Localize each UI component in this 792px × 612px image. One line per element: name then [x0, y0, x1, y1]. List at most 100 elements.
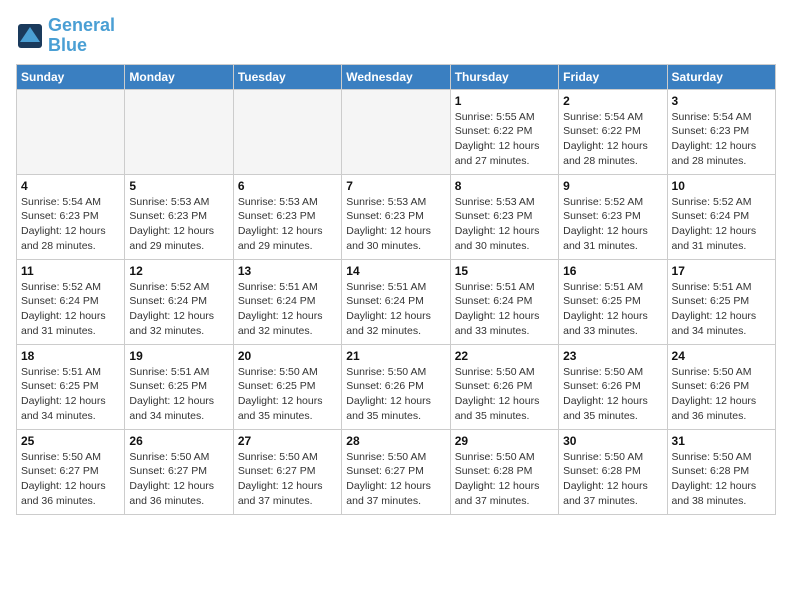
cell-info: Sunrise: 5:53 AM Sunset: 6:23 PM Dayligh… — [238, 195, 337, 254]
calendar-cell: 26Sunrise: 5:50 AM Sunset: 6:27 PM Dayli… — [125, 429, 233, 514]
day-number: 22 — [455, 349, 554, 363]
calendar-cell: 12Sunrise: 5:52 AM Sunset: 6:24 PM Dayli… — [125, 259, 233, 344]
calendar-cell: 14 Sunrise: 5:51 AM Sunset: 6:24 PM Dayli… — [342, 259, 450, 344]
calendar-cell: 1 Sunrise: 5:55 AM Sunset: 6:22 PM Daylig… — [450, 89, 558, 174]
calendar-cell: 2Sunrise: 5:54 AM Sunset: 6:22 PM Daylig… — [559, 89, 667, 174]
calendar-cell: 21 Sunrise: 5:50 AM Sunset: 6:26 PM Dayli… — [342, 344, 450, 429]
day-number: 3 — [672, 94, 771, 108]
calendar-cell: 30 Sunrise: 5:50 AM Sunset: 6:28 PM Dayli… — [559, 429, 667, 514]
weekday-header: Wednesday — [342, 64, 450, 89]
week-row: 1 Sunrise: 5:55 AM Sunset: 6:22 PM Daylig… — [17, 89, 776, 174]
day-number: 14 — [346, 264, 445, 278]
calendar-cell: 28 Sunrise: 5:50 AM Sunset: 6:27 PM Dayli… — [342, 429, 450, 514]
calendar-cell: 13 Sunrise: 5:51 AM Sunset: 6:24 PM Dayli… — [233, 259, 341, 344]
day-number: 4 — [21, 179, 120, 193]
cell-info: Sunrise: 5:54 AM Sunset: 6:22 PM Dayligh… — [563, 110, 662, 169]
calendar-cell — [342, 89, 450, 174]
week-row: 18 Sunrise: 5:51 AM Sunset: 6:25 PM Dayli… — [17, 344, 776, 429]
cell-info: Sunrise: 5:50 AM Sunset: 6:28 PM Dayligh… — [672, 450, 771, 509]
calendar-cell: 16 Sunrise: 5:51 AM Sunset: 6:25 PM Dayli… — [559, 259, 667, 344]
calendar-cell: 7Sunrise: 5:53 AM Sunset: 6:23 PM Daylig… — [342, 174, 450, 259]
calendar-cell: 3 Sunrise: 5:54 AM Sunset: 6:23 PM Daylig… — [667, 89, 775, 174]
day-number: 21 — [346, 349, 445, 363]
cell-info: Sunrise: 5:50 AM Sunset: 6:26 PM Dayligh… — [455, 365, 554, 424]
logo-text: General Blue — [48, 16, 115, 56]
day-number: 6 — [238, 179, 337, 193]
cell-info: Sunrise: 5:53 AM Sunset: 6:23 PM Dayligh… — [129, 195, 228, 254]
calendar-table: SundayMondayTuesdayWednesdayThursdayFrid… — [16, 64, 776, 515]
weekday-header: Sunday — [17, 64, 125, 89]
calendar-cell: 15 Sunrise: 5:51 AM Sunset: 6:24 PM Dayli… — [450, 259, 558, 344]
day-number: 1 — [455, 94, 554, 108]
day-number: 31 — [672, 434, 771, 448]
cell-info: Sunrise: 5:55 AM Sunset: 6:22 PM Dayligh… — [455, 110, 554, 169]
cell-info: Sunrise: 5:51 AM Sunset: 6:24 PM Dayligh… — [238, 280, 337, 339]
day-number: 23 — [563, 349, 662, 363]
calendar-cell: 9 Sunrise: 5:52 AM Sunset: 6:23 PM Daylig… — [559, 174, 667, 259]
cell-info: Sunrise: 5:51 AM Sunset: 6:24 PM Dayligh… — [455, 280, 554, 339]
cell-info: Sunrise: 5:52 AM Sunset: 6:24 PM Dayligh… — [129, 280, 228, 339]
page-header: General Blue — [16, 16, 776, 56]
cell-info: Sunrise: 5:52 AM Sunset: 6:24 PM Dayligh… — [672, 195, 771, 254]
day-number: 18 — [21, 349, 120, 363]
calendar-cell: 25 Sunrise: 5:50 AM Sunset: 6:27 PM Dayli… — [17, 429, 125, 514]
weekday-header: Saturday — [667, 64, 775, 89]
calendar-cell: 8Sunrise: 5:53 AM Sunset: 6:23 PM Daylig… — [450, 174, 558, 259]
calendar-cell: 4 Sunrise: 5:54 AM Sunset: 6:23 PM Daylig… — [17, 174, 125, 259]
cell-info: Sunrise: 5:51 AM Sunset: 6:25 PM Dayligh… — [563, 280, 662, 339]
calendar-cell: 19 Sunrise: 5:51 AM Sunset: 6:25 PM Dayli… — [125, 344, 233, 429]
weekday-header: Monday — [125, 64, 233, 89]
cell-info: Sunrise: 5:51 AM Sunset: 6:25 PM Dayligh… — [21, 365, 120, 424]
cell-info: Sunrise: 5:50 AM Sunset: 6:28 PM Dayligh… — [455, 450, 554, 509]
day-number: 9 — [563, 179, 662, 193]
day-number: 19 — [129, 349, 228, 363]
cell-info: Sunrise: 5:50 AM Sunset: 6:25 PM Dayligh… — [238, 365, 337, 424]
calendar-cell: 17 Sunrise: 5:51 AM Sunset: 6:25 PM Dayli… — [667, 259, 775, 344]
cell-info: Sunrise: 5:50 AM Sunset: 6:27 PM Dayligh… — [21, 450, 120, 509]
calendar-cell — [125, 89, 233, 174]
day-number: 20 — [238, 349, 337, 363]
day-number: 10 — [672, 179, 771, 193]
calendar-cell: 22 Sunrise: 5:50 AM Sunset: 6:26 PM Dayli… — [450, 344, 558, 429]
day-number: 8 — [455, 179, 554, 193]
calendar-cell: 31 Sunrise: 5:50 AM Sunset: 6:28 PM Dayli… — [667, 429, 775, 514]
cell-info: Sunrise: 5:50 AM Sunset: 6:27 PM Dayligh… — [346, 450, 445, 509]
calendar-cell: 5Sunrise: 5:53 AM Sunset: 6:23 PM Daylig… — [125, 174, 233, 259]
day-number: 13 — [238, 264, 337, 278]
weekday-header: Tuesday — [233, 64, 341, 89]
cell-info: Sunrise: 5:52 AM Sunset: 6:23 PM Dayligh… — [563, 195, 662, 254]
day-number: 16 — [563, 264, 662, 278]
day-number: 15 — [455, 264, 554, 278]
day-number: 30 — [563, 434, 662, 448]
cell-info: Sunrise: 5:54 AM Sunset: 6:23 PM Dayligh… — [672, 110, 771, 169]
week-row: 25 Sunrise: 5:50 AM Sunset: 6:27 PM Dayli… — [17, 429, 776, 514]
cell-info: Sunrise: 5:50 AM Sunset: 6:26 PM Dayligh… — [672, 365, 771, 424]
day-number: 17 — [672, 264, 771, 278]
calendar-cell — [17, 89, 125, 174]
cell-info: Sunrise: 5:50 AM Sunset: 6:27 PM Dayligh… — [238, 450, 337, 509]
cell-info: Sunrise: 5:51 AM Sunset: 6:24 PM Dayligh… — [346, 280, 445, 339]
day-number: 11 — [21, 264, 120, 278]
calendar-cell: 11 Sunrise: 5:52 AM Sunset: 6:24 PM Dayli… — [17, 259, 125, 344]
cell-info: Sunrise: 5:51 AM Sunset: 6:25 PM Dayligh… — [672, 280, 771, 339]
weekday-header: Friday — [559, 64, 667, 89]
calendar-cell: 6 Sunrise: 5:53 AM Sunset: 6:23 PM Daylig… — [233, 174, 341, 259]
calendar-cell — [233, 89, 341, 174]
weekday-header: Thursday — [450, 64, 558, 89]
calendar-cell: 18 Sunrise: 5:51 AM Sunset: 6:25 PM Dayli… — [17, 344, 125, 429]
calendar-header: SundayMondayTuesdayWednesdayThursdayFrid… — [17, 64, 776, 89]
logo-icon — [16, 22, 44, 50]
cell-info: Sunrise: 5:50 AM Sunset: 6:28 PM Dayligh… — [563, 450, 662, 509]
cell-info: Sunrise: 5:51 AM Sunset: 6:25 PM Dayligh… — [129, 365, 228, 424]
day-number: 29 — [455, 434, 554, 448]
cell-info: Sunrise: 5:54 AM Sunset: 6:23 PM Dayligh… — [21, 195, 120, 254]
day-number: 7 — [346, 179, 445, 193]
logo: General Blue — [16, 16, 115, 56]
day-number: 25 — [21, 434, 120, 448]
calendar-cell: 10 Sunrise: 5:52 AM Sunset: 6:24 PM Dayli… — [667, 174, 775, 259]
day-number: 28 — [346, 434, 445, 448]
day-number: 27 — [238, 434, 337, 448]
calendar-cell: 20 Sunrise: 5:50 AM Sunset: 6:25 PM Dayli… — [233, 344, 341, 429]
cell-info: Sunrise: 5:50 AM Sunset: 6:26 PM Dayligh… — [346, 365, 445, 424]
cell-info: Sunrise: 5:52 AM Sunset: 6:24 PM Dayligh… — [21, 280, 120, 339]
